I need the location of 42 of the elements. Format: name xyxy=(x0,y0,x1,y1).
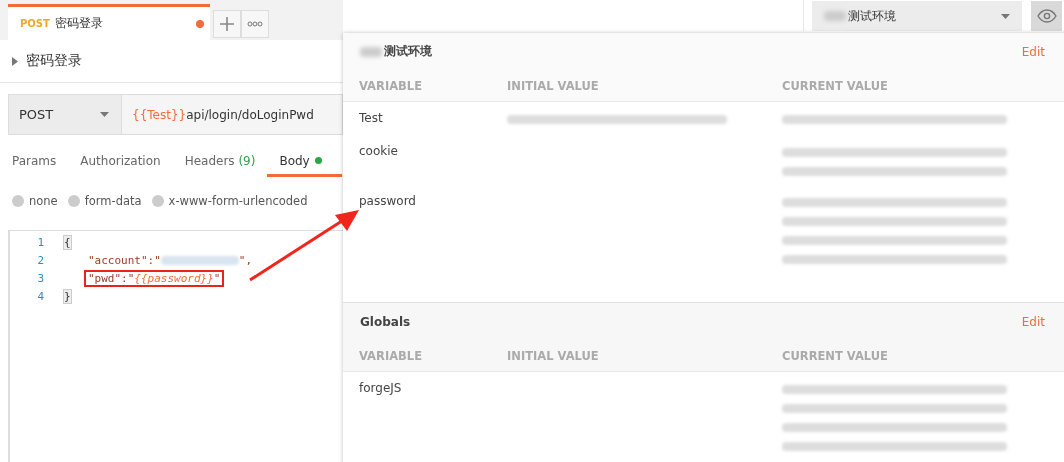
tab[interactable]: Authorization xyxy=(68,147,173,177)
method-dropdown[interactable]: POST xyxy=(8,94,122,135)
caret-icon xyxy=(1001,13,1010,19)
radio-button[interactable] xyxy=(67,195,80,207)
expand-icon[interactable] xyxy=(12,56,18,66)
column-header: CURRENT VALUE xyxy=(782,348,889,363)
radio-label[interactable]: x-www-form-urlencoded xyxy=(168,194,308,208)
eye-icon xyxy=(1036,9,1057,23)
radio-label[interactable]: none xyxy=(29,194,58,208)
section-title: 测试环境 xyxy=(360,43,432,60)
column-header: VARIABLE xyxy=(358,348,423,363)
request-title: 密码登录 xyxy=(26,52,82,70)
variable-name: cookie xyxy=(358,144,399,158)
variable-name: password xyxy=(358,194,417,208)
radio-button[interactable] xyxy=(151,195,164,207)
column-header: INITIAL VALUE xyxy=(507,348,600,363)
method-label: POST xyxy=(20,18,50,29)
radio-button[interactable] xyxy=(12,195,24,207)
column-header: INITIAL VALUE xyxy=(507,78,600,93)
tab[interactable]: Params xyxy=(0,147,69,177)
new-tab-button[interactable] xyxy=(213,10,241,38)
tab-title: 密码登录 xyxy=(54,15,104,32)
tab[interactable]: Headers (9) xyxy=(172,147,268,177)
more-icon xyxy=(247,21,263,27)
plus-icon xyxy=(219,16,235,32)
line-number: 1 xyxy=(36,235,45,249)
variable-name: Test xyxy=(358,111,384,125)
line-number: 4 xyxy=(36,289,45,303)
environment-dropdown[interactable]: 测试环境 xyxy=(812,1,1022,31)
column-header: CURRENT VALUE xyxy=(782,78,889,93)
more-button[interactable] xyxy=(241,10,269,38)
url-field[interactable]: {{Test}}api/login/doLoginPwd xyxy=(122,94,343,135)
variable-name: forgeJS xyxy=(358,381,403,395)
environment-quick-look-button[interactable] xyxy=(1031,1,1062,31)
column-header: VARIABLE xyxy=(358,78,423,93)
caret-icon xyxy=(100,112,109,117)
code-line: "account":" ", xyxy=(87,252,254,269)
radio-label[interactable]: form-data xyxy=(84,194,142,208)
section-title: Globals xyxy=(360,314,411,329)
line-number: 3 xyxy=(36,271,45,285)
line-number: 2 xyxy=(36,253,45,267)
request-tab[interactable]: POST 密码登录 xyxy=(8,4,210,40)
